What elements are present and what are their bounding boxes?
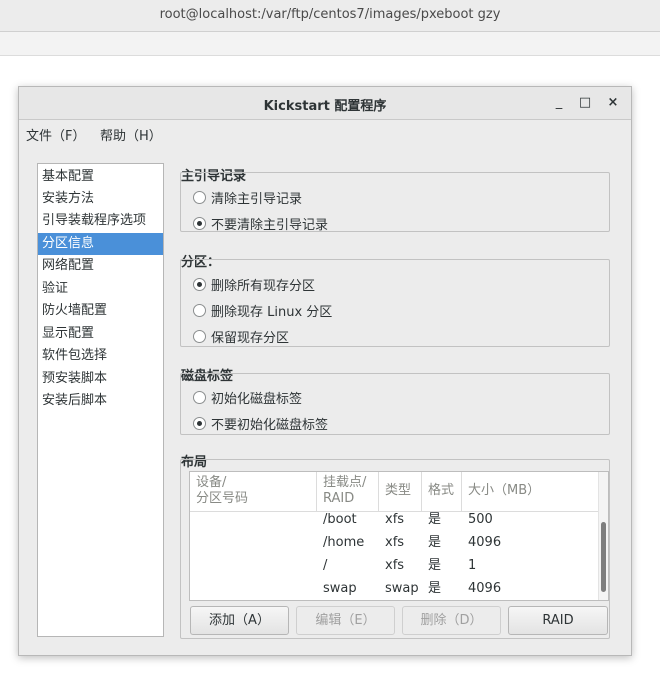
menu-help[interactable]: 帮助（H） (100, 125, 162, 144)
maximize-button[interactable]: □ (575, 93, 595, 113)
radio-delete-linux-indicator (193, 303, 206, 317)
terminal-tab-strip (0, 32, 660, 56)
radio-init-disklabel[interactable]: 初始化磁盘标签 (193, 387, 302, 407)
radio-clear-mbr[interactable]: 清除主引导记录 (193, 187, 302, 207)
row-1-format[interactable]: 是 (428, 532, 441, 554)
minimize-button[interactable]: _ (549, 93, 569, 113)
column-header-format[interactable]: 格式 (422, 472, 462, 512)
raid-button[interactable]: RAID (508, 606, 608, 635)
table-scrollbar[interactable] (598, 472, 608, 600)
radio-preserve-label: 保留现存分区 (211, 330, 290, 346)
column-header-device-line2: 分区号码 (196, 491, 249, 506)
sidebar-item-firewall[interactable]: 防火墙配置 (38, 300, 163, 322)
row-0-format[interactable]: 是 (428, 509, 441, 531)
menubar: 文件（F） 帮助（H） (19, 120, 631, 146)
row-1-type[interactable]: xfs (385, 532, 404, 554)
column-header-device[interactable]: 设备/ 分区号码 (190, 472, 317, 512)
row-1-size[interactable]: 4096 (468, 532, 501, 554)
column-header-size[interactable]: 大小（MB） (462, 472, 598, 512)
sidebar-item-display[interactable]: 显示配置 (38, 323, 163, 345)
row-2-type[interactable]: xfs (385, 555, 404, 577)
row-2-size[interactable]: 1 (468, 555, 476, 577)
menu-file[interactable]: 文件（F） (26, 125, 85, 144)
row-3-mount[interactable]: swap (323, 578, 357, 600)
sidebar-item-packages[interactable]: 软件包选择 (38, 345, 163, 367)
sidebar-item-basic[interactable]: 基本配置 (38, 166, 163, 188)
row-0-type[interactable]: xfs (385, 509, 404, 531)
column-header-mount-line2: RAID (323, 491, 355, 506)
radio-preserve[interactable]: 保留现存分区 (193, 326, 289, 346)
sidebar-item-post-script[interactable]: 安装后脚本 (38, 390, 163, 412)
edit-partition-button[interactable]: 编辑（E） (296, 606, 395, 635)
radio-delete-all-indicator (193, 277, 206, 291)
sidebar-item-bootloader[interactable]: 引导装载程序选项 (38, 210, 163, 232)
sidebar-item-network[interactable]: 网络配置 (38, 255, 163, 277)
radio-keep-mbr-label: 不要清除主引导记录 (211, 217, 329, 233)
radio-clear-mbr-label: 清除主引导记录 (211, 191, 303, 207)
window-title: Kickstart 配置程序 (263, 99, 387, 114)
row-1-mount[interactable]: /home (323, 532, 364, 554)
row-3-type[interactable]: swap (385, 578, 419, 600)
radio-no-init-disklabel-indicator (193, 416, 206, 430)
table-scroll-thumb[interactable] (601, 522, 606, 592)
row-0-size[interactable]: 500 (468, 509, 493, 531)
sidebar-item-pre-script[interactable]: 预安装脚本 (38, 368, 163, 390)
radio-preserve-indicator (193, 329, 206, 343)
row-3-format[interactable]: 是 (428, 578, 441, 600)
window-titlebar[interactable]: Kickstart 配置程序 _ □ × (19, 87, 631, 120)
radio-delete-linux-label: 删除现存 Linux 分区 (211, 304, 333, 320)
radio-no-init-disklabel[interactable]: 不要初始化磁盘标签 (193, 413, 328, 433)
radio-clear-mbr-indicator (193, 190, 206, 204)
row-0-mount[interactable]: /boot (323, 509, 357, 531)
delete-partition-button[interactable]: 删除（D） (402, 606, 501, 635)
partition-table[interactable]: 设备/ 分区号码 挂载点/ RAID 类型 格式 大小（MB） /boot xf… (189, 471, 609, 601)
column-header-mount[interactable]: 挂载点/ RAID (317, 472, 379, 512)
radio-keep-mbr[interactable]: 不要清除主引导记录 (193, 213, 328, 233)
sidebar-item-install-method[interactable]: 安装方法 (38, 188, 163, 210)
column-header-type[interactable]: 类型 (379, 472, 422, 512)
row-2-mount[interactable]: / (323, 555, 327, 577)
terminal-titlebar: root@localhost:/var/ftp/centos7/images/p… (0, 0, 660, 32)
radio-delete-all[interactable]: 删除所有现存分区 (193, 274, 315, 294)
radio-no-init-disklabel-label: 不要初始化磁盘标签 (211, 417, 329, 433)
column-header-device-line1: 设备/ (196, 475, 227, 490)
terminal-title: root@localhost:/var/ftp/centos7/images/p… (159, 7, 501, 22)
row-3-size[interactable]: 4096 (468, 578, 501, 600)
sidebar-item-auth[interactable]: 验证 (38, 278, 163, 300)
kickstart-window: Kickstart 配置程序 _ □ × 文件（F） 帮助（H） 基本配置 安装… (18, 86, 632, 656)
close-button[interactable]: × (603, 93, 623, 113)
sidebar-category-list: 基本配置 安装方法 引导装载程序选项 分区信息 网络配置 验证 防火墙配置 显示… (37, 163, 164, 637)
radio-delete-all-label: 删除所有现存分区 (211, 278, 316, 294)
radio-init-disklabel-label: 初始化磁盘标签 (211, 391, 303, 407)
radio-init-disklabel-indicator (193, 390, 206, 404)
sidebar-item-partition[interactable]: 分区信息 (38, 233, 163, 255)
add-partition-button[interactable]: 添加（A） (190, 606, 289, 635)
row-2-format[interactable]: 是 (428, 555, 441, 577)
radio-delete-linux[interactable]: 删除现存 Linux 分区 (193, 300, 332, 320)
radio-keep-mbr-indicator (193, 216, 206, 230)
column-header-mount-line1: 挂载点/ (323, 475, 367, 490)
